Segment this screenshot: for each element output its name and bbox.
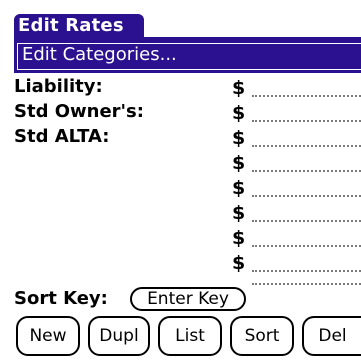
dollar-sign: $ [232, 102, 246, 124]
list-button-label: List [175, 326, 205, 346]
dollar-sign: $ [232, 177, 246, 199]
new-button[interactable]: New [16, 316, 80, 356]
dollar-sign: $ [232, 77, 246, 99]
rate-field-9[interactable] [252, 265, 361, 285]
liability-label: Liability: [14, 76, 103, 97]
liability-rate-field[interactable] [252, 77, 361, 97]
del-button[interactable]: Del [302, 316, 361, 356]
sort-key-selector[interactable]: Enter Key [130, 287, 246, 311]
sort-key-value: Enter Key [147, 289, 229, 309]
dollar-sign: $ [232, 252, 246, 274]
rate-field-4[interactable] [252, 152, 361, 172]
dollar-sign: $ [232, 227, 246, 249]
page-title: Edit Rates [18, 15, 124, 36]
list-button[interactable]: List [158, 316, 222, 356]
dupl-button-label: Dupl [99, 326, 139, 346]
rate-field-5[interactable] [252, 177, 361, 197]
dollar-sign: $ [232, 202, 246, 224]
std-alta-rate-field[interactable] [252, 127, 361, 147]
std-owners-rate-field[interactable] [252, 102, 361, 122]
sort-button-label: Sort [244, 326, 280, 346]
sort-key-label: Sort Key: [14, 288, 108, 309]
std-owners-label: Std Owner's: [14, 101, 144, 122]
sort-button[interactable]: Sort [230, 316, 294, 356]
edit-categories-popup[interactable]: Edit Categories... [14, 40, 361, 73]
edit-categories-label: Edit Categories... [22, 44, 177, 65]
new-button-label: New [29, 326, 67, 346]
dollar-sign: $ [232, 127, 246, 149]
rate-field-6[interactable] [252, 202, 361, 222]
dupl-button[interactable]: Dupl [88, 316, 150, 356]
dollar-sign: $ [232, 152, 246, 174]
rate-field-7[interactable] [252, 227, 361, 247]
del-button-label: Del [318, 326, 347, 346]
std-alta-label: Std ALTA: [14, 126, 110, 147]
